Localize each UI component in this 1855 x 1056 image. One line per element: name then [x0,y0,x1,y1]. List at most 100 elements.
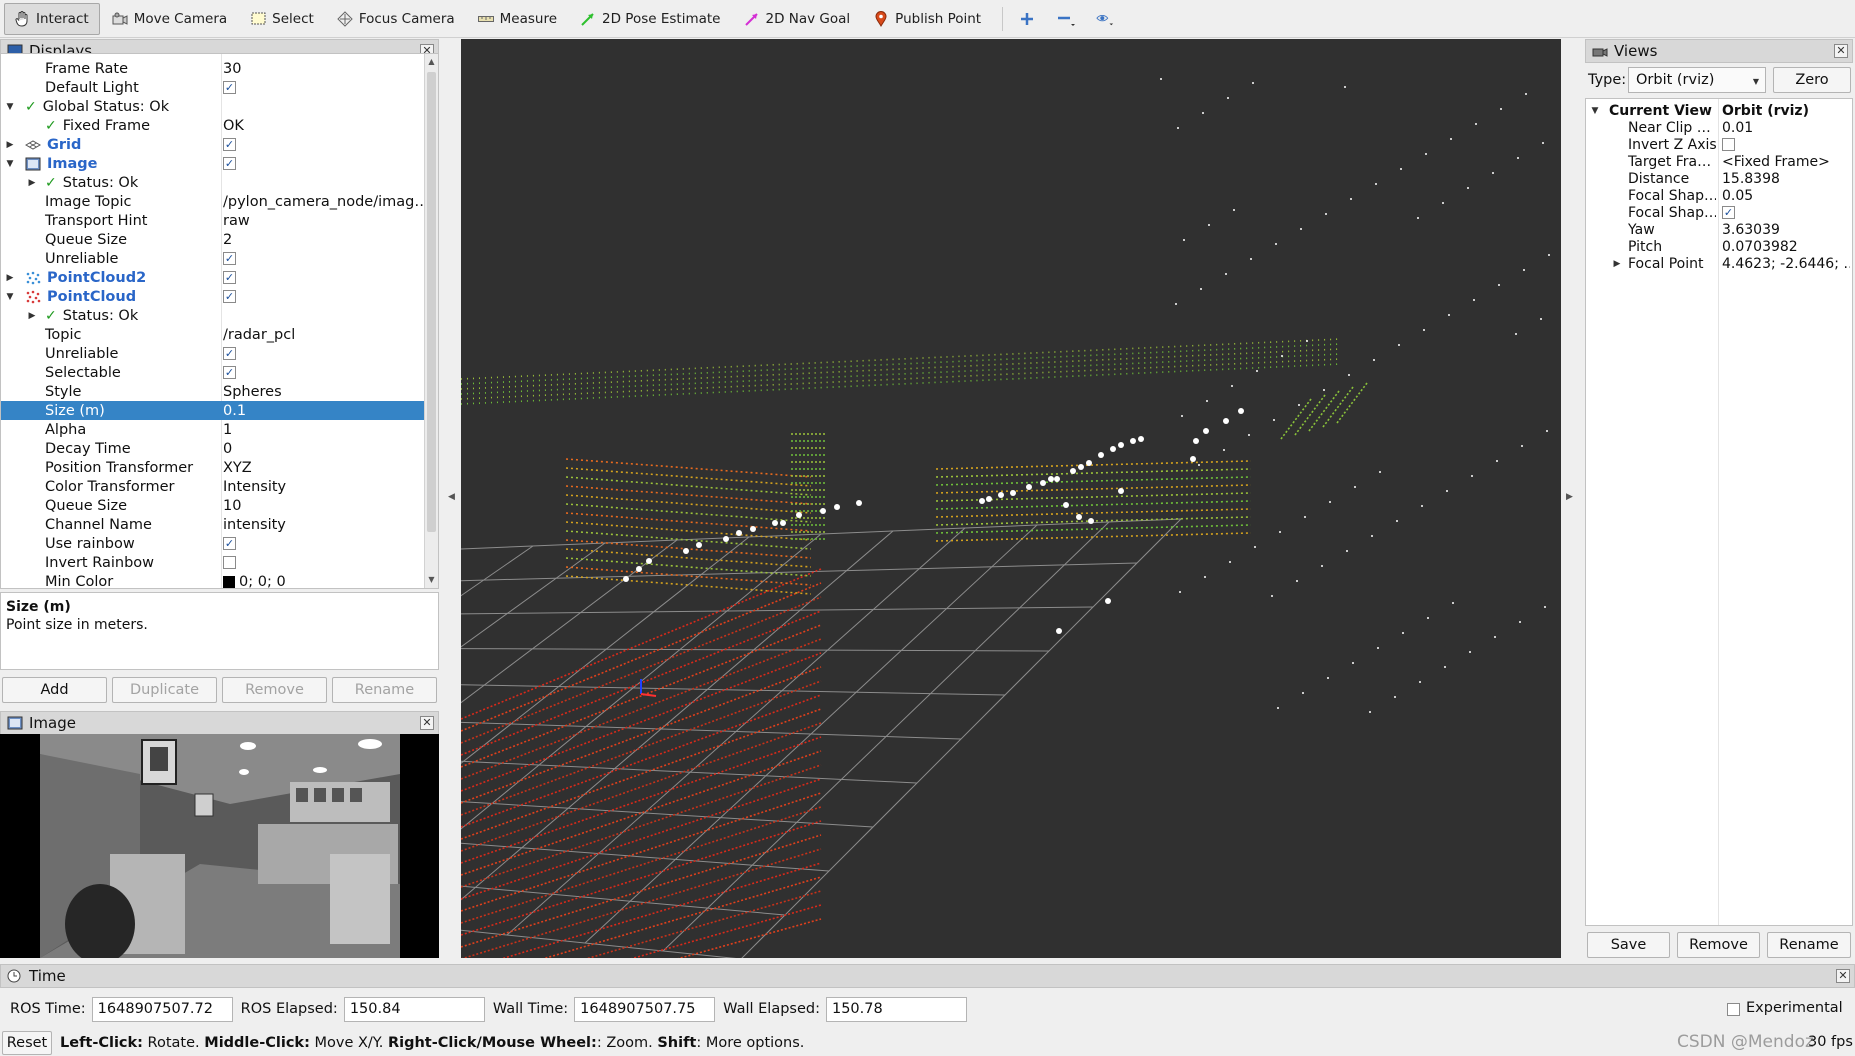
close-icon[interactable]: ✕ [1834,44,1848,58]
scroll-up-arrow-icon[interactable]: ▲ [425,54,438,70]
checkbox-checked[interactable]: ✓ [223,366,236,379]
expanded-arrow-icon[interactable]: ▼ [1590,106,1600,116]
collapsed-arrow-icon[interactable]: ▶ [27,178,37,188]
checkbox-checked[interactable]: ✓ [223,138,236,151]
collapsed-arrow-icon[interactable]: ▶ [27,311,37,321]
expanded-arrow-icon[interactable]: ▼ [5,159,15,169]
view-row-near-clip[interactable]: Near Clip … 0.01 [1586,119,1852,136]
display-row-topic[interactable]: Topic /radar_pcl [1,325,426,344]
remove-tool-button[interactable] [1050,3,1087,35]
remove-display-button[interactable]: Remove [222,677,327,703]
collapse-right-arrow-icon[interactable]: ▶ [1566,492,1573,502]
wall-elapsed-field[interactable]: 150.78 [825,996,967,1022]
row-label: Position Transformer [45,459,194,476]
tool-move-camera[interactable]: Move Camera [102,3,238,35]
experimental-checkbox[interactable] [1727,1003,1740,1016]
scroll-thumb[interactable] [427,72,436,532]
display-row-transport-hint[interactable]: Transport Hint raw [1,211,426,230]
add-tool-button[interactable] [1011,3,1048,35]
tool-publish-point[interactable]: Publish Point [863,3,992,35]
collapsed-arrow-icon[interactable]: ▶ [5,140,15,150]
close-icon[interactable]: ✕ [420,716,434,730]
display-row-color-transformer[interactable]: Color Transformer Intensity [1,477,426,496]
view-options-button[interactable] [1089,3,1126,35]
tool-2d-nav-goal[interactable]: 2D Nav Goal [734,3,862,35]
add-display-button[interactable]: Add [2,677,107,703]
zero-view-button[interactable]: Zero [1773,67,1851,93]
render-3d-viewport[interactable] [461,39,1561,958]
display-row-alpha[interactable]: Alpha 1 [1,420,426,439]
expanded-arrow-icon[interactable]: ▼ [5,102,15,112]
checkbox-unchecked[interactable] [223,556,236,569]
checkbox-checked[interactable]: ✓ [223,81,236,94]
ros-elapsed-field[interactable]: 150.84 [343,996,485,1022]
checkbox-checked[interactable]: ✓ [223,290,236,303]
display-row-invert-rainbow[interactable]: Invert Rainbow [1,553,426,572]
remove-view-button[interactable]: Remove [1677,932,1760,958]
checkbox-checked[interactable]: ✓ [1722,206,1735,219]
view-row-focal-shape-size[interactable]: Focal Shap… 0.05 [1586,187,1852,204]
display-row-decay-time[interactable]: Decay Time 0 [1,439,426,458]
view-row-invert-z[interactable]: Invert Z Axis [1586,136,1852,153]
displays-tree[interactable]: Frame Rate 30 Default Light ✓ ▼ ✓ Global… [0,53,439,589]
checkbox-checked[interactable]: ✓ [223,271,236,284]
checkbox-checked[interactable]: ✓ [223,157,236,170]
tool-interact[interactable]: Interact [4,2,100,35]
color-swatch[interactable] [223,575,235,588]
display-row-channel-name[interactable]: Channel Name intensity [1,515,426,534]
display-row-queue-size[interactable]: Queue Size 2 [1,230,426,249]
display-row-image[interactable]: ▼ Image ✓ [1,154,426,173]
wall-time-field[interactable]: 1648907507.75 [574,996,716,1022]
display-row-global-status[interactable]: ▼ ✓ Global Status: Ok [1,97,426,116]
expanded-arrow-icon[interactable]: ▼ [5,292,15,302]
tool-measure[interactable]: Measure [468,3,568,35]
reset-button[interactable]: Reset [2,1031,52,1055]
checkbox-checked[interactable]: ✓ [223,347,236,360]
view-type-select[interactable]: Orbit (rviz) ▼ [1628,67,1766,93]
collapse-left-arrow-icon[interactable]: ◀ [448,492,455,502]
tool-select[interactable]: Select [240,3,325,35]
collapsed-arrow-icon[interactable]: ▶ [1612,259,1622,269]
display-row-pointcloud2[interactable]: ▶ PointCloud2 ✓ [1,268,426,287]
view-row-focal-point[interactable]: ▶ Focal Point 4.4623; -2.6446; … [1586,255,1852,272]
view-properties[interactable]: ▼ Current View Orbit (rviz) Near Clip … … [1585,98,1853,926]
collapsed-arrow-icon[interactable]: ▶ [5,273,15,283]
display-row-grid[interactable]: ▶ Grid ✓ [1,135,426,154]
rename-display-button[interactable]: Rename [332,677,437,703]
close-icon[interactable]: ✕ [1836,969,1850,983]
displays-scrollbar[interactable]: ▲ ▼ [424,54,438,588]
view-row-distance[interactable]: Distance 15.8398 [1586,170,1852,187]
display-row-image-status[interactable]: ▶ ✓ Status: Ok [1,173,426,192]
save-view-button[interactable]: Save [1587,932,1670,958]
checkbox-checked[interactable]: ✓ [223,537,236,550]
display-row-image-topic[interactable]: Image Topic /pylon_camera_node/imag… [1,192,426,211]
display-row-position-transformer[interactable]: Position Transformer XYZ [1,458,426,477]
view-row-yaw[interactable]: Yaw 3.63039 [1586,221,1852,238]
tool-2d-pose-estimate[interactable]: 2D Pose Estimate [570,3,731,35]
display-row-default-light[interactable]: Default Light ✓ [1,78,426,97]
display-row-selectable[interactable]: Selectable ✓ [1,363,426,382]
view-row-current-view[interactable]: ▼ Current View Orbit (rviz) [1586,102,1852,119]
display-row-style[interactable]: Style Spheres [1,382,426,401]
display-row-pointcloud-status[interactable]: ▶ ✓ Status: Ok [1,306,426,325]
rename-view-button[interactable]: Rename [1767,932,1851,958]
tool-focus-camera[interactable]: Focus Camera [327,3,466,35]
display-row-use-rainbow[interactable]: Use rainbow ✓ [1,534,426,553]
checkbox-unchecked[interactable] [1722,138,1735,151]
display-row-fixed-frame[interactable]: ✓ Fixed Frame OK [1,116,426,135]
display-row-min-color[interactable]: Min Color 0; 0; 0 [1,572,426,589]
row-value: OK [223,117,244,134]
display-row-queue-size[interactable]: Queue Size 10 [1,496,426,515]
display-row-unreliable[interactable]: Unreliable ✓ [1,249,426,268]
display-row-frame-rate[interactable]: Frame Rate 30 [1,59,426,78]
scroll-down-arrow-icon[interactable]: ▼ [425,572,438,588]
checkbox-checked[interactable]: ✓ [223,252,236,265]
duplicate-display-button[interactable]: Duplicate [112,677,217,703]
view-row-pitch[interactable]: Pitch 0.0703982 [1586,238,1852,255]
display-row-size-selected[interactable]: Size (m) 0.1 [1,401,426,420]
view-row-target-frame[interactable]: Target Fra… <Fixed Frame> [1586,153,1852,170]
view-row-focal-shape-fixed[interactable]: Focal Shap… ✓ [1586,204,1852,221]
display-row-unreliable[interactable]: Unreliable ✓ [1,344,426,363]
display-row-pointcloud[interactable]: ▼ PointCloud ✓ [1,287,426,306]
ros-time-field[interactable]: 1648907507.72 [91,996,233,1022]
